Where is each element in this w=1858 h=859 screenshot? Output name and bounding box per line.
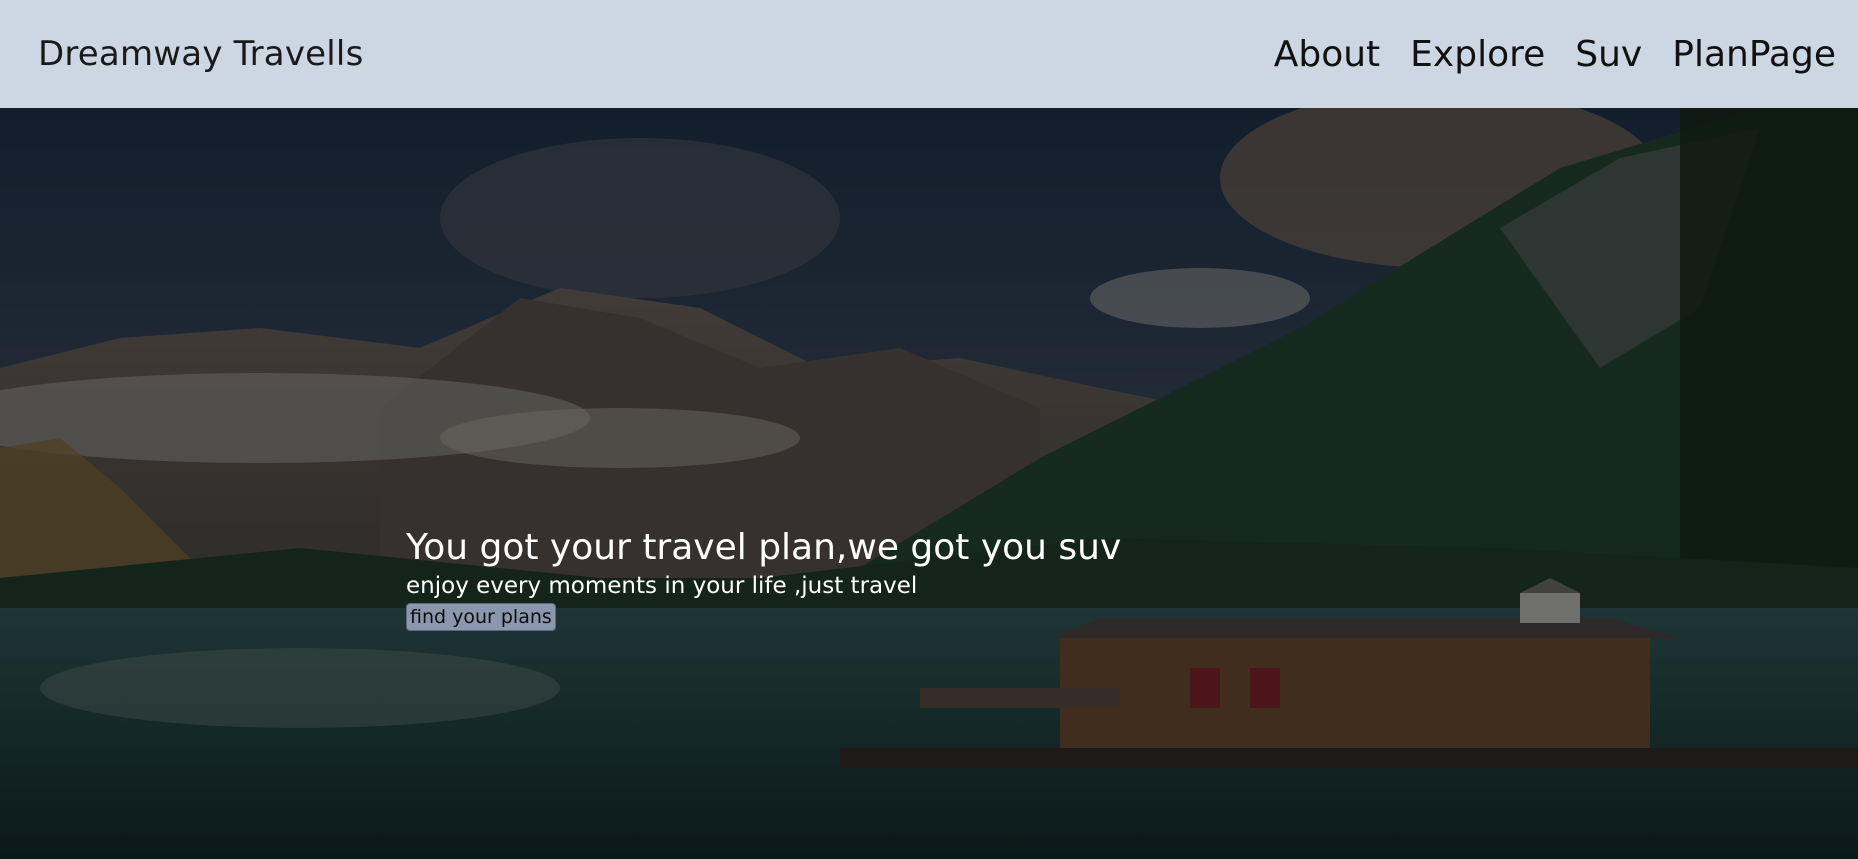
nav-link-about[interactable]: About [1274,34,1380,75]
nav-links: About Explore Suv PlanPage [1274,34,1836,75]
hero-subtitle: enjoy every moments in your life ,just t… [406,573,918,600]
hero-content: You got your travel plan,we got you suv … [406,526,1121,631]
top-navbar: Dreamway Travells About Explore Suv Plan… [0,0,1858,108]
nav-link-planpage[interactable]: PlanPage [1672,34,1836,75]
hero-dark-overlay [0,108,1858,859]
brand-logo-text[interactable]: Dreamway Travells [38,34,364,74]
hero-section: You got your travel plan,we got you suv … [0,108,1858,859]
nav-link-explore[interactable]: Explore [1410,34,1545,75]
hero-title: You got your travel plan,we got you suv [406,527,1122,568]
nav-link-suv[interactable]: Suv [1575,34,1642,75]
find-your-plans-button[interactable]: find your plans [406,602,556,631]
